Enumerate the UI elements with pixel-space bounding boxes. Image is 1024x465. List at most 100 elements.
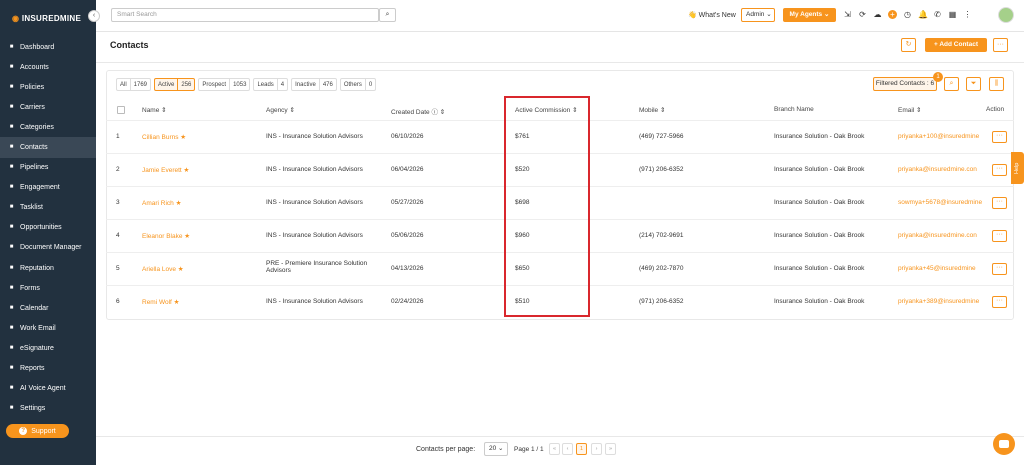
next-page-button[interactable]: › [591, 443, 602, 455]
sidebar-item-categories[interactable]: ■ Categories [0, 117, 96, 137]
star-icon[interactable]: ★ [176, 266, 184, 273]
menu-icon[interactable]: ⋮ [963, 10, 972, 19]
email-link[interactable]: priyanka+45@insuredmine [898, 265, 976, 272]
row-number: 1 [116, 133, 120, 140]
email-link[interactable]: sowmya+5678@insuredmine [898, 199, 982, 206]
row-number: 3 [116, 199, 120, 206]
filter-chip-active[interactable]: Active 256 [154, 78, 196, 91]
star-icon[interactable]: ★ [172, 299, 180, 306]
sidebar-item-settings[interactable]: ■ Settings [0, 399, 96, 419]
filter-chip-all[interactable]: All 1769 [116, 78, 152, 91]
sidebar-item-forms[interactable]: ■ Forms [0, 278, 96, 298]
column-header-name[interactable]: Name ⇕ [142, 106, 167, 114]
admin-select[interactable]: Admin ⌄ [741, 8, 775, 22]
collapse-sidebar-button[interactable]: ‹ [88, 10, 100, 22]
row-action-button[interactable]: ··· [992, 230, 1007, 242]
column-header-agency[interactable]: Agency ⇕ [266, 106, 295, 114]
contact-name-link[interactable]: Eleanor Blake ★ [142, 232, 190, 240]
row-action-button[interactable]: ··· [992, 263, 1007, 275]
sync-icon[interactable]: ⟳ [858, 10, 867, 19]
sidebar-item-reputation[interactable]: ■ Reputation [0, 258, 96, 278]
bell-icon[interactable]: 🔔 [918, 10, 928, 19]
filter-chip-inactive[interactable]: Inactive 476 [291, 78, 337, 91]
sidebar-item-engagement[interactable]: ■ Engagement [0, 178, 96, 198]
avatar[interactable] [998, 7, 1014, 23]
sidebar-item-work-email[interactable]: ■ Work Email [0, 318, 96, 338]
sidebar-item-esignature[interactable]: ■ eSignature [0, 338, 96, 358]
contact-name-link[interactable]: Ariella Love ★ [142, 265, 184, 273]
mobile-cell: (469) 202-7870 [639, 265, 684, 272]
filter-chip-prospect[interactable]: Prospect 1053 [198, 78, 251, 91]
contact-name-link[interactable]: Cillian Burns ★ [142, 133, 186, 141]
sidebar-item-reports[interactable]: ■ Reports [0, 359, 96, 379]
columns-button[interactable]: ⫼ [989, 77, 1004, 91]
sidebar-item-pipelines[interactable]: ■ Pipelines [0, 158, 96, 178]
sidebar-item-calendar[interactable]: ■ Calendar [0, 298, 96, 318]
chat-widget-button[interactable] [993, 433, 1015, 455]
refresh-icon: ↻ [905, 41, 912, 48]
sidebar-item-opportunities[interactable]: ■ Opportunities [0, 218, 96, 238]
more-options-button[interactable]: ··· [993, 38, 1008, 52]
row-action-button[interactable]: ··· [992, 164, 1007, 176]
filtered-contacts-button[interactable]: Filtered Contacts : 6 [873, 77, 937, 91]
row-action-button[interactable]: ··· [992, 131, 1007, 143]
add-contact-button[interactable]: + Add Contact [925, 38, 987, 52]
sidebar-item-label: Forms [20, 284, 40, 292]
mobile-cell: (971) 206-6352 [639, 166, 684, 173]
contact-name-link[interactable]: Jamie Everett ★ [142, 166, 189, 174]
star-icon[interactable]: ★ [182, 233, 190, 240]
contact-name-link[interactable]: Amari Rich ★ [142, 199, 181, 207]
row-number: 2 [116, 166, 120, 173]
sidebar-item-dashboard[interactable]: ■ Dashboard [0, 37, 96, 57]
first-page-button[interactable]: « [549, 443, 560, 455]
chip-icon[interactable]: ▦ [948, 10, 957, 19]
sidebar-item-carriers[interactable]: ■ Carriers [0, 97, 96, 117]
import-icon[interactable]: ⇲ [843, 10, 852, 19]
star-icon[interactable]: ★ [179, 134, 186, 141]
column-header-created-date[interactable]: Created Date ⓘ ⇕ [391, 106, 445, 116]
refresh-button[interactable]: ↻ [901, 38, 916, 52]
row-action-button[interactable]: ··· [992, 296, 1007, 308]
sidebar-item-contacts[interactable]: ■ Contacts [0, 137, 96, 158]
per-page-select[interactable]: 20 ⌄ [484, 442, 508, 456]
search-button[interactable]: ⌕ [379, 8, 396, 22]
support-button[interactable]: ? Support [6, 424, 69, 438]
search-button-table[interactable]: ⌕ [944, 77, 959, 91]
commission-highlight-box [504, 96, 590, 317]
column-header-email[interactable]: Email ⇕ [898, 106, 922, 114]
star-icon[interactable]: ★ [174, 200, 182, 207]
phone-icon[interactable]: ✆ [933, 10, 942, 19]
row-action-button[interactable]: ··· [992, 197, 1007, 209]
filter-chip-others[interactable]: Others 0 [339, 78, 377, 91]
column-header-mobile[interactable]: Mobile ⇕ [639, 106, 665, 114]
my-agents-button[interactable]: My Agents ⌄ [783, 8, 836, 22]
mobile-cell: (469) 727-5966 [639, 133, 684, 140]
sidebar-item-tasklist[interactable]: ■ Tasklist [0, 198, 96, 218]
search-input[interactable]: Smart Search [111, 8, 379, 22]
filter-chip-leads[interactable]: Leads 4 [253, 78, 289, 91]
calendar-icon: ■ [9, 304, 14, 311]
whats-new-link[interactable]: 👋 What's New [688, 11, 736, 19]
last-page-button[interactable]: » [605, 443, 616, 455]
sidebar-item-policies[interactable]: ■ Policies [0, 77, 96, 97]
star-icon[interactable]: ★ [182, 167, 190, 174]
sidebar-item-ai-voice-agent[interactable]: ■ AI Voice Agent [0, 379, 96, 399]
contacts-icon: ■ [9, 144, 14, 151]
email-link[interactable]: priyanka@insuredmine.con [898, 166, 977, 173]
categories-icon: ■ [9, 123, 14, 130]
contact-name-link[interactable]: Remi Wolf ★ [142, 298, 180, 306]
prev-page-button[interactable]: ‹ [562, 443, 573, 455]
help-tab[interactable]: Help [1011, 152, 1024, 184]
current-page-button[interactable]: 1 [576, 443, 587, 455]
email-link[interactable]: priyanka@insuredmine.con [898, 232, 977, 239]
sidebar-item-accounts[interactable]: ■ Accounts [0, 57, 96, 77]
clock-icon[interactable]: ◷ [903, 10, 912, 19]
email-link[interactable]: priyanka+389@insuredmine [898, 298, 979, 305]
cloud-icon[interactable]: ☁ [873, 10, 882, 19]
email-link[interactable]: priyanka+100@insuredmine [898, 133, 979, 140]
sidebar-item-label: Policies [20, 83, 45, 91]
plus-icon[interactable]: + [888, 10, 897, 19]
sidebar-item-document-manager[interactable]: ■ Document Manager [0, 238, 96, 258]
filter-button[interactable]: ⏷ [966, 77, 981, 91]
filter-chip-count: 256 [177, 79, 194, 90]
